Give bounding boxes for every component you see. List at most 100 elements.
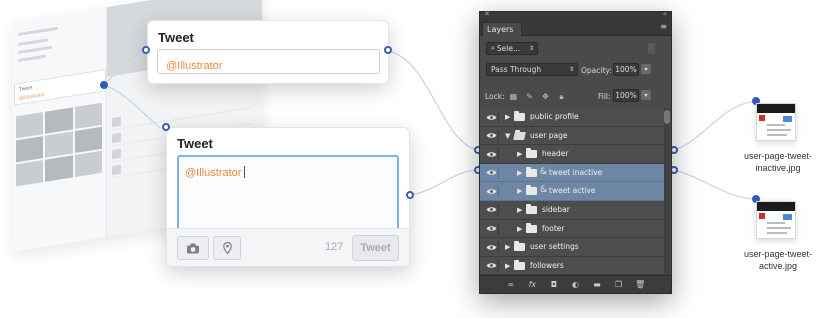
new-layer-icon[interactable]: ❐ xyxy=(613,280,625,289)
location-button[interactable] xyxy=(213,236,241,260)
opacity-field[interactable]: 100% xyxy=(613,63,639,76)
lock-position-icon[interactable]: ✥ xyxy=(541,92,550,101)
layer-row[interactable]: ▶ & tweet active xyxy=(480,182,665,201)
blend-mode-select[interactable]: Pass Through ⇕ xyxy=(486,63,578,76)
lock-image-icon[interactable]: ✎ xyxy=(525,92,534,101)
lock-transparent-icon[interactable]: ▦ xyxy=(509,92,518,101)
layer-list: ▶ public profile ▼ user page ▶ header ▶ & tweet … xyxy=(480,108,665,276)
folder-icon xyxy=(514,111,525,121)
collapse-icon[interactable]: « xyxy=(663,10,667,18)
visibility-eye-icon[interactable] xyxy=(484,166,499,179)
folder-icon xyxy=(526,148,537,159)
collapse-arrow-icon[interactable]: ▼ xyxy=(505,132,510,140)
location-pin-icon xyxy=(222,242,232,254)
mockup-menu-item-mention: @Illustrator xyxy=(19,91,45,102)
panel-tabbar: Layers ≡ xyxy=(480,20,671,36)
fill-dropdown-icon[interactable]: ▾ xyxy=(641,90,651,100)
adjustment-layer-icon[interactable]: ◐ xyxy=(569,280,581,289)
visibility-eye-icon[interactable] xyxy=(484,185,499,198)
folder-icon xyxy=(526,203,537,214)
linked-smart-object-icon: & xyxy=(540,185,548,196)
layers-panel: ✕ « Layers ≡ ⌕ Sele... ⇕ Pass Through ⇕ … xyxy=(479,10,672,294)
folder-icon xyxy=(526,185,537,196)
expand-arrow-icon[interactable]: ▶ xyxy=(517,169,522,177)
lock-label: Lock: xyxy=(485,92,505,101)
tweet-active-card: Tweet @Illustrator 127 Tweet xyxy=(166,127,410,267)
linked-smart-object-icon: & xyxy=(540,166,548,177)
expand-arrow-icon[interactable]: ▶ xyxy=(517,206,522,214)
fill-field[interactable]: 100% xyxy=(613,89,639,102)
tweet-submit-button[interactable]: Tweet xyxy=(352,235,399,261)
file-name-active: user-page-tweet- active.jpg xyxy=(733,248,822,272)
filter-toggle-switch[interactable] xyxy=(648,43,655,54)
folder-icon xyxy=(514,241,525,252)
camera-button[interactable] xyxy=(177,236,209,260)
layer-filter-select[interactable]: ⌕ Sele... ⇕ xyxy=(486,42,538,55)
layer-row[interactable]: ▶ user settings xyxy=(480,238,665,257)
layer-name: public profile xyxy=(530,112,579,121)
layers-scrollbar[interactable] xyxy=(664,108,670,276)
file-name-line: user-page-tweet- xyxy=(743,249,813,259)
panel-bottom-toolbar: ∞ fx ◘ ◐ ▬ ❐ 🗑︎ xyxy=(480,275,671,293)
expand-arrow-icon[interactable]: ▶ xyxy=(505,262,510,270)
expand-arrow-icon[interactable]: ▶ xyxy=(517,150,522,158)
visibility-eye-icon[interactable] xyxy=(484,129,499,142)
chevron-updown-icon: ⇕ xyxy=(568,66,574,73)
mockup-photo-grid xyxy=(16,102,102,187)
link-layers-icon[interactable]: ∞ xyxy=(505,280,517,289)
lock-all-icon[interactable]: 🔒︎ xyxy=(557,92,566,101)
layer-row[interactable]: ▶ footer xyxy=(480,219,665,239)
new-group-icon[interactable]: ▬ xyxy=(591,280,603,289)
expand-arrow-icon[interactable]: ▶ xyxy=(517,225,522,233)
expand-arrow-icon[interactable]: ▶ xyxy=(505,243,510,251)
file-name-line: inactive.jpg xyxy=(755,163,801,173)
mockup-menu-item: Tweet xyxy=(19,84,33,93)
file-thumbnail-inactive xyxy=(756,103,796,141)
layer-filter-placeholder: Sele... xyxy=(496,44,521,53)
fx-icon[interactable]: fx xyxy=(526,280,538,289)
layer-row[interactable]: ▼ user page xyxy=(480,126,665,146)
delete-layer-icon[interactable]: 🗑︎ xyxy=(634,280,646,289)
folder-icon xyxy=(514,259,525,270)
layer-row[interactable]: ▶ public profile xyxy=(480,108,665,127)
connector-node xyxy=(100,81,108,89)
expand-arrow-icon[interactable]: ▶ xyxy=(517,187,522,195)
visibility-eye-icon[interactable] xyxy=(484,111,499,123)
folder-icon xyxy=(526,166,537,177)
visibility-eye-icon[interactable] xyxy=(484,222,499,235)
tab-layers[interactable]: Layers xyxy=(482,22,522,36)
visibility-eye-icon[interactable] xyxy=(484,148,499,161)
close-icon[interactable]: ✕ xyxy=(484,10,490,18)
scroll-thumb[interactable] xyxy=(664,110,670,124)
tweet-textarea-value: @Illustrator xyxy=(185,167,242,179)
expand-arrow-icon[interactable]: ▶ xyxy=(505,113,510,121)
layer-name: tweet inactive xyxy=(549,167,603,177)
layer-row[interactable]: ▶ sidebar xyxy=(480,200,665,220)
tweet-inactive-card: Tweet @Illustrator xyxy=(147,20,389,84)
layer-row[interactable]: ▶ followers xyxy=(480,256,665,276)
layer-name: sidebar xyxy=(542,204,570,214)
opacity-dropdown-icon[interactable]: ▾ xyxy=(641,64,651,74)
layer-row[interactable]: ▶ & tweet inactive xyxy=(480,163,665,183)
connector-node xyxy=(142,46,150,54)
connector-node xyxy=(162,123,170,131)
layer-name: footer xyxy=(542,223,565,233)
tweet-input[interactable]: @Illustrator xyxy=(157,49,380,74)
layer-name: tweet active xyxy=(549,186,596,196)
visibility-eye-icon[interactable] xyxy=(484,241,499,254)
visibility-eye-icon[interactable] xyxy=(484,259,499,272)
add-mask-icon[interactable]: ◘ xyxy=(548,280,560,289)
folder-icon xyxy=(526,222,537,233)
visibility-eye-icon[interactable] xyxy=(484,203,499,216)
character-count: 127 xyxy=(325,241,344,253)
panel-menu-icon[interactable]: ≡ xyxy=(660,22,667,31)
tweet-textarea[interactable]: @Illustrator xyxy=(177,155,399,230)
camera-icon xyxy=(187,243,199,253)
connector-node xyxy=(384,46,392,54)
search-icon: ⌕ xyxy=(491,44,495,52)
connector-node xyxy=(406,191,414,199)
layer-name: followers xyxy=(530,260,564,270)
card-title: Tweet xyxy=(177,136,213,151)
file-name-line: user-page-tweet- xyxy=(743,151,813,161)
layer-row[interactable]: ▶ header xyxy=(480,145,665,164)
